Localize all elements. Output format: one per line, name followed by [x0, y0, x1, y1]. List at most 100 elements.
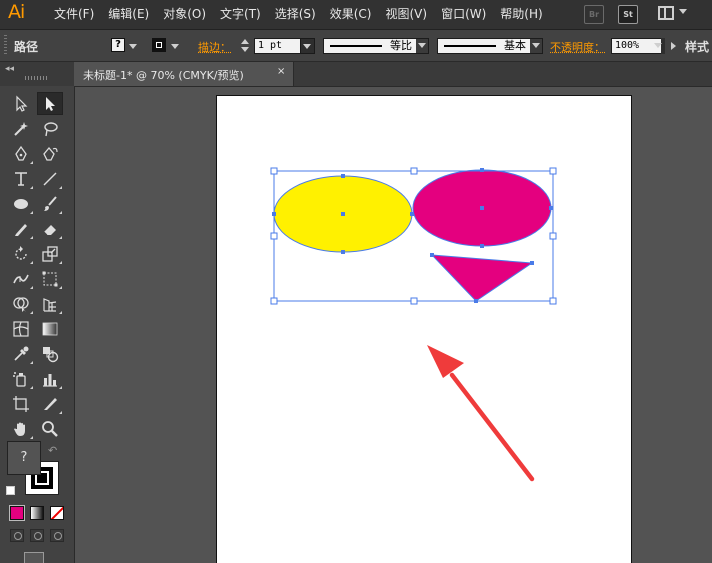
menu-file[interactable]: 文件(F) — [47, 0, 101, 29]
stroke-swatch[interactable] — [152, 38, 166, 52]
menu-view[interactable]: 视图(V) — [378, 0, 434, 29]
eyedropper-tool[interactable] — [8, 342, 34, 365]
stroke-dropdown[interactable] — [169, 38, 180, 54]
symbol-sprayer-tool[interactable] — [8, 367, 34, 390]
collapse-icon[interactable]: ◂◂ — [5, 64, 14, 74]
line-segment-tool[interactable] — [37, 167, 63, 190]
width-icon — [13, 274, 29, 283]
menu-help[interactable]: 帮助(H) — [493, 0, 549, 29]
stroke-weight-spinner[interactable] — [239, 38, 251, 54]
menu-select[interactable]: 选择(S) — [268, 0, 323, 29]
document-tab[interactable]: 未标题-1* @ 70% (CMYK/预览) × — [75, 62, 294, 86]
anchor-point[interactable] — [549, 206, 553, 210]
curvature-tool[interactable] — [37, 142, 63, 165]
lasso-icon — [44, 121, 58, 136]
menu-object[interactable]: 对象(O) — [156, 0, 213, 29]
panel-grip[interactable] — [4, 35, 7, 55]
anchor-point[interactable] — [430, 253, 434, 257]
pen-tool[interactable] — [8, 142, 34, 165]
close-icon[interactable]: × — [277, 66, 285, 77]
handle-top-right[interactable] — [549, 167, 557, 175]
free-transform-tool[interactable] — [37, 267, 63, 290]
stroke-weight-field[interactable]: 1 pt — [254, 38, 302, 54]
direct-selection-tool[interactable] — [37, 92, 63, 115]
perspective-grid-tool[interactable] — [37, 292, 63, 315]
mesh-tool[interactable] — [8, 317, 34, 340]
anchor-point[interactable] — [480, 206, 484, 210]
menu-effect[interactable]: 效果(C) — [323, 0, 379, 29]
opacity-slider-arrow-icon[interactable] — [671, 42, 676, 50]
selection-tool[interactable] — [8, 92, 34, 115]
scale-tool[interactable] — [37, 242, 63, 265]
anchor-point[interactable] — [341, 250, 345, 254]
brush-definition[interactable]: 基本 — [437, 38, 543, 54]
anchor-point[interactable] — [341, 174, 345, 178]
anchor-point[interactable] — [480, 168, 484, 172]
stock-button[interactable]: St — [618, 5, 638, 24]
panel-grip[interactable] — [25, 76, 49, 80]
artwork[interactable] — [75, 87, 712, 563]
gradient-tool[interactable] — [37, 317, 63, 340]
column-graph-tool[interactable] — [37, 367, 63, 390]
artboard-tool[interactable] — [8, 392, 34, 415]
screen-mode-button[interactable] — [24, 552, 44, 563]
handle-top-left[interactable] — [270, 167, 278, 175]
menu-window[interactable]: 窗口(W) — [434, 0, 493, 29]
main-menu: 文件(F) 编辑(E) 对象(O) 文字(T) 选择(S) 效果(C) 视图(V… — [47, 0, 550, 29]
color-mode-button[interactable] — [9, 505, 25, 521]
bar-chart-icon — [43, 373, 57, 387]
eraser-icon — [43, 224, 56, 235]
workspace-layout-icon[interactable] — [658, 6, 674, 20]
draw-inside-button[interactable] — [50, 529, 64, 542]
eraser-tool[interactable] — [37, 217, 63, 240]
anchor-point[interactable] — [474, 299, 478, 303]
tools-panel-header: ◂◂ — [0, 62, 74, 86]
gradient-mode-button[interactable] — [30, 506, 44, 520]
handle-bottom-left[interactable] — [270, 297, 278, 305]
width-tool[interactable] — [8, 267, 34, 290]
paintbrush-tool[interactable] — [37, 192, 63, 215]
pencil-tool[interactable] — [8, 217, 34, 240]
canvas[interactable] — [75, 87, 712, 563]
anchor-point[interactable] — [530, 261, 534, 265]
draw-normal-button[interactable] — [10, 529, 24, 542]
default-fill-stroke-icon[interactable] — [6, 486, 15, 495]
menu-edit[interactable]: 编辑(E) — [101, 0, 156, 29]
handle-top-center[interactable] — [410, 167, 418, 175]
magenta-triangle[interactable] — [430, 254, 534, 302]
anchor-point[interactable] — [410, 212, 414, 216]
swap-fill-stroke-icon[interactable]: ↶ — [48, 444, 57, 457]
variable-width-profile[interactable]: 等比 — [323, 38, 429, 54]
style-label[interactable]: 样式 — [685, 38, 709, 55]
menu-type[interactable]: 文字(T) — [213, 0, 268, 29]
zoom-tool[interactable] — [37, 417, 63, 440]
fill-swatch[interactable]: ? — [111, 38, 125, 52]
fill-dropdown[interactable] — [127, 38, 138, 54]
draw-behind-button[interactable] — [30, 529, 44, 542]
handle-bottom-center[interactable] — [410, 297, 418, 305]
handle-bottom-right[interactable] — [549, 297, 557, 305]
brush-icon — [44, 195, 57, 211]
bridge-button[interactable]: Br — [584, 5, 604, 24]
magic-wand-tool[interactable] — [8, 117, 34, 140]
handle-middle-left[interactable] — [270, 232, 278, 240]
opacity-label[interactable]: 不透明度： — [550, 39, 605, 55]
ellipse-tool[interactable] — [8, 192, 34, 215]
anchor-point[interactable] — [272, 212, 276, 216]
rotate-tool[interactable] — [8, 242, 34, 265]
handle-middle-right[interactable] — [549, 232, 557, 240]
lasso-tool[interactable] — [37, 117, 63, 140]
chevron-down-icon[interactable] — [679, 9, 687, 14]
pen-icon — [15, 145, 27, 161]
stroke-weight-dropdown[interactable] — [300, 38, 315, 54]
slice-tool[interactable] — [37, 392, 63, 415]
shape-builder-tool[interactable] — [8, 292, 34, 315]
anchor-point[interactable] — [341, 212, 345, 216]
type-tool[interactable] — [8, 167, 34, 190]
stroke-label[interactable]: 描边： — [198, 39, 231, 55]
fill-color-swatch[interactable]: ? — [7, 441, 41, 475]
hand-tool[interactable] — [8, 417, 34, 440]
anchor-point[interactable] — [480, 244, 484, 248]
none-mode-button[interactable] — [50, 506, 64, 520]
blend-tool[interactable] — [37, 342, 63, 365]
